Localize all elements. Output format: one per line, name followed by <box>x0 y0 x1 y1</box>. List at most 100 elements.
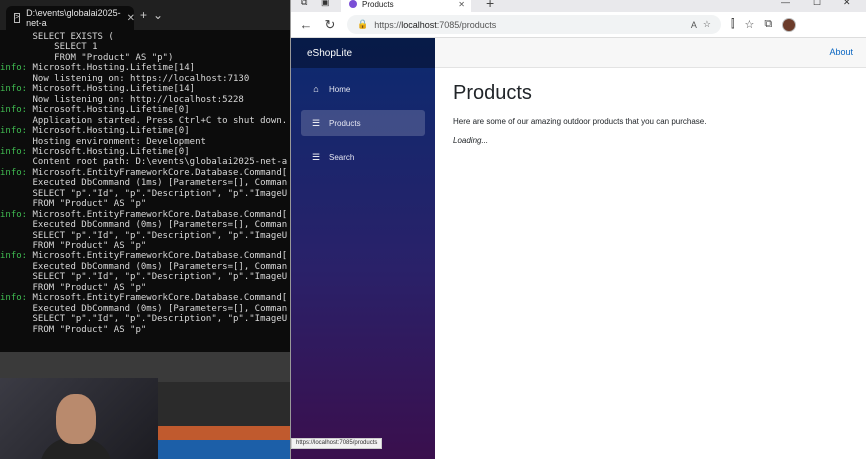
terminal-line: info: Microsoft.Hosting.Lifetime[0] <box>0 126 190 136</box>
log-text: Content root path: D:\events\globalai202… <box>0 157 288 168</box>
screen: > D:\events\globalai2025-net-a ✕ + ⌄ SEL… <box>0 0 866 459</box>
terminal-line: SELECT "p"."Id", "p"."Description", "p".… <box>0 272 288 283</box>
list-icon: ☰ <box>311 151 321 162</box>
terminal-line: info: Microsoft.EntityFrameworkCore.Data… <box>0 210 287 220</box>
browser-tab[interactable]: Products ✕ <box>341 0 471 12</box>
collections-icon[interactable]: ⧉ <box>764 18 772 32</box>
loading-text: Loading... <box>453 136 489 145</box>
terminal-line: info: Microsoft.EntityFrameworkCore.Data… <box>0 293 287 303</box>
terminal-line: Now listening on: https://localhost:7130 <box>0 73 250 84</box>
log-level: info: <box>0 146 28 157</box>
close-window-icon[interactable]: ✕ <box>843 0 851 8</box>
browser-toolbar: ← ↻ 🔒 https://localhost:7085/products A … <box>291 12 866 38</box>
log-level: info: <box>0 293 28 304</box>
terminal-line: Hosting environment: Development <box>0 137 206 147</box>
about-link[interactable]: About <box>829 47 853 57</box>
browser-tab-title: Products <box>362 0 394 9</box>
new-tab-icon[interactable]: + <box>486 0 494 11</box>
log-level: info: <box>0 251 28 262</box>
terminal-line: Executed DbCommand (0ms) [Parameters=[],… <box>0 220 288 231</box>
terminal-line: SELECT 1 <box>0 42 98 53</box>
log-text: Executed DbCommand (0ms) [Parameters=[],… <box>0 220 288 231</box>
terminal-line: info: Microsoft.Hosting.Lifetime[14] <box>0 84 195 94</box>
webcam-overlay <box>0 378 158 459</box>
log-level: info: <box>0 105 28 116</box>
terminal-line: SELECT "p"."Id", "p"."Description", "p".… <box>0 314 288 325</box>
log-text: SELECT "p"."Id", "p"."Description", "p".… <box>0 230 288 241</box>
log-text: SELECT "p"."Id", "p"."Description", "p".… <box>0 314 288 325</box>
log-text: Microsoft.Hosting.Lifetime[0] <box>27 126 190 137</box>
tab-actions-icon[interactable]: ▣ <box>321 0 330 8</box>
terminal-tab[interactable]: > D:\events\globalai2025-net-a ✕ <box>6 6 135 30</box>
sidebar-nav: ⌂ Home ☰ Products ☰ Search <box>291 76 435 170</box>
refresh-icon[interactable]: ↻ <box>323 17 337 33</box>
status-bar-url: https://localhost:7085/products <box>291 438 383 449</box>
new-tab-icon[interactable]: + <box>140 8 147 22</box>
close-tab-icon[interactable]: ✕ <box>458 0 465 9</box>
log-text: FROM "Product" AS "p") <box>0 52 174 63</box>
terminal-line: FROM "Product" AS "p" <box>0 324 147 335</box>
terminal-line: Executed DbCommand (0ms) [Parameters=[],… <box>0 262 288 272</box>
log-text: SELECT 1 <box>0 42 98 53</box>
log-text: Microsoft.EntityFrameworkCore.Database.C… <box>27 251 288 262</box>
log-text: FROM "Product" AS "p" <box>0 241 147 251</box>
profile-avatar[interactable] <box>782 17 797 32</box>
read-aloud-icon[interactable]: A <box>691 20 697 30</box>
sidebar-item-home[interactable]: ⌂ Home <box>301 76 425 102</box>
terminal-line: Content root path: D:\events\globalai202… <box>0 157 288 168</box>
log-level: info: <box>0 126 28 137</box>
log-text: Hosting environment: Development <box>0 136 206 147</box>
log-text: Application started. Press Ctrl+C to shu… <box>0 115 288 126</box>
workspaces-icon[interactable]: ⧉ <box>301 0 307 8</box>
log-text: Microsoft.EntityFrameworkCore.Database.C… <box>27 209 288 220</box>
split-screen-icon[interactable]: ⫿ <box>731 18 735 32</box>
maximize-icon[interactable]: ☐ <box>813 0 821 8</box>
browser-tabstrip: ⧉ ▣ Products ✕ + — ☐ ✕ <box>291 0 866 12</box>
log-text: Microsoft.Hosting.Lifetime[0] <box>27 146 190 157</box>
terminal-output[interactable]: SELECT EXISTS ( SELECT 1 FROM "Product" … <box>0 30 292 352</box>
log-level: info: <box>0 167 28 178</box>
terminal-icon: > <box>14 13 21 23</box>
minimize-icon[interactable]: — <box>781 0 790 7</box>
log-text: Executed DbCommand (0ms) [Parameters=[],… <box>0 303 288 314</box>
terminal-line: SELECT "p"."Id", "p"."Description", "p".… <box>0 230 288 241</box>
log-text: SELECT EXISTS ( <box>0 32 114 42</box>
terminal-window: > D:\events\globalai2025-net-a ✕ + ⌄ SEL… <box>0 0 292 352</box>
log-text: SELECT "p"."Id", "p"."Description", "p".… <box>0 272 288 283</box>
log-text: FROM "Product" AS "p" <box>0 282 147 293</box>
favorites-icon[interactable]: ☆ <box>745 18 755 32</box>
list-icon: ☰ <box>311 117 321 128</box>
log-text: Microsoft.Hosting.Lifetime[14] <box>27 63 196 74</box>
page-title: Products <box>453 82 532 104</box>
terminal-line: info: Microsoft.EntityFrameworkCore.Data… <box>0 251 287 261</box>
terminal-line: FROM "Product" AS "p" <box>0 241 147 251</box>
browser-window: ⧉ ▣ Products ✕ + — ☐ ✕ ← ↻ 🔒 https://loc… <box>290 0 866 459</box>
terminal-line: Now listening on: http://localhost:5228 <box>0 95 244 105</box>
sidebar-item-search[interactable]: ☰ Search <box>301 144 425 170</box>
log-text: Now listening on: http://localhost:5228 <box>0 94 244 105</box>
terminal-line: Application started. Press Ctrl+C to shu… <box>0 115 288 126</box>
log-text: SELECT "p"."Id", "p"."Description", "p".… <box>0 188 288 199</box>
address-bar[interactable]: 🔒 https://localhost:7085/products A ☆ <box>347 15 721 34</box>
chevron-down-icon[interactable]: ⌄ <box>153 8 163 22</box>
lock-icon[interactable]: 🔒 <box>357 19 368 30</box>
log-text: FROM "Product" AS "p" <box>0 324 147 335</box>
log-text: Microsoft.EntityFrameworkCore.Database.C… <box>27 167 288 178</box>
app-brand[interactable]: eShopLite <box>291 38 435 68</box>
main-content: Products Here are some of our amazing ou… <box>453 82 706 145</box>
terminal-line: SELECT EXISTS ( <box>0 32 114 42</box>
back-icon[interactable]: ← <box>299 17 313 32</box>
web-page: eShopLite ⌂ Home ☰ Products ☰ Search About Pr… <box>291 38 866 459</box>
terminal-line: FROM "Product" AS "p") <box>0 53 173 63</box>
app-sidebar: eShopLite ⌂ Home ☰ Products ☰ Search <box>291 38 435 459</box>
log-text: Microsoft.EntityFrameworkCore.Database.C… <box>27 293 288 304</box>
log-level: info: <box>0 84 28 95</box>
terminal-line: FROM "Product" AS "p" <box>0 199 147 209</box>
sidebar-item-products[interactable]: ☰ Products <box>301 110 425 136</box>
close-icon[interactable]: ✕ <box>127 13 135 24</box>
favorite-star-icon[interactable]: ☆ <box>703 19 711 30</box>
log-text: Now listening on: https://localhost:7130 <box>0 73 250 84</box>
browser-tools: ⫿ ☆ ⧉ <box>731 17 797 32</box>
terminal-tab-title: D:\events\globalai2025-net-a <box>26 8 121 28</box>
home-icon: ⌂ <box>313 84 319 94</box>
